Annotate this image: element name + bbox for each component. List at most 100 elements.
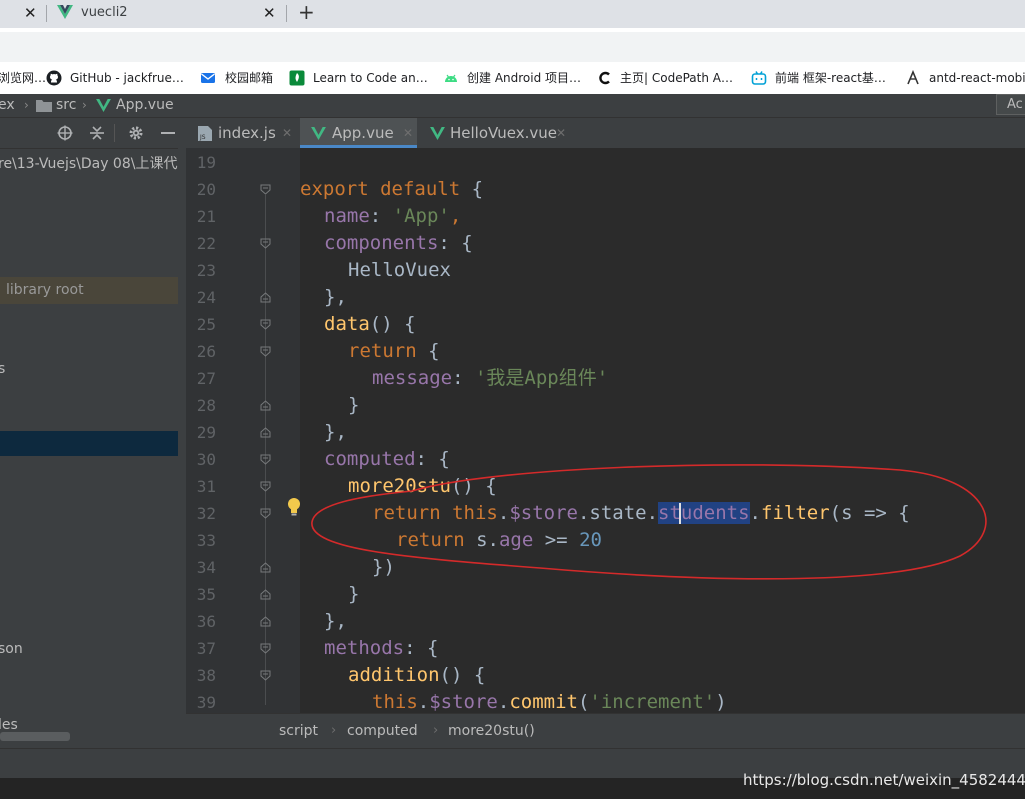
- tree-row-selected[interactable]: [0, 431, 178, 456]
- editor-tab-index-js[interactable]: JS index.js ✕: [190, 118, 298, 148]
- bookmark-item[interactable]: Learn to Code an…: [313, 69, 428, 87]
- gear-icon[interactable]: [128, 125, 144, 141]
- tab-label: HelloVuex.vue: [450, 124, 557, 142]
- code-line-21: name: 'App',: [324, 205, 462, 227]
- project-root-path[interactable]: re\13-Vuejs\Day 08\上课代: [0, 155, 177, 173]
- bilibili-icon: [751, 71, 767, 85]
- breadcrumb-item[interactable]: more20stu(): [448, 722, 535, 740]
- fold-close-icon[interactable]: [260, 400, 271, 411]
- fold-close-icon[interactable]: [260, 292, 271, 303]
- fold-close-icon[interactable]: [260, 562, 271, 573]
- fold-open-icon[interactable]: [260, 454, 271, 465]
- code-line-35: }: [348, 583, 360, 605]
- line-number: 34: [196, 558, 216, 577]
- locate-icon[interactable]: [57, 125, 73, 141]
- project-horizontal-scrollbar[interactable]: [0, 732, 70, 741]
- fold-open-icon[interactable]: [260, 670, 271, 681]
- fold-close-icon[interactable]: [260, 616, 271, 627]
- tree-label[interactable]: son: [0, 640, 23, 658]
- line-number: 25: [196, 315, 216, 334]
- line-number: 20: [196, 180, 216, 199]
- code-line-24: },: [324, 286, 347, 308]
- minimize-icon[interactable]: [161, 132, 175, 134]
- fold-open-icon[interactable]: [260, 481, 271, 492]
- chevron-right-icon: ›: [331, 723, 337, 738]
- toolbar-separator: [114, 124, 115, 142]
- fold-open-icon[interactable]: [260, 643, 271, 654]
- github-icon: [46, 70, 62, 86]
- line-number: 26: [196, 342, 216, 361]
- collapse-all-icon[interactable]: [89, 125, 105, 141]
- line-number: 30: [196, 450, 216, 469]
- code-line-37: methods: {: [324, 637, 439, 659]
- project-panel-header: [0, 118, 186, 149]
- nav-path-segment[interactable]: src: [56, 96, 76, 114]
- line-number: 28: [196, 396, 216, 415]
- bookmark-item[interactable]: 浏览网…: [0, 69, 46, 87]
- code-line-27: message: '我是App组件': [372, 367, 609, 389]
- line-number: 27: [196, 369, 216, 388]
- fold-open-icon[interactable]: [260, 238, 271, 249]
- tab-close-icon[interactable]: ✕: [263, 3, 276, 23]
- bookmark-item[interactable]: 主页| CodePath A…: [620, 69, 733, 87]
- tree-label: library root: [6, 282, 84, 298]
- line-number: 19: [196, 153, 216, 172]
- editor-tab-hellovuex-vue[interactable]: HelloVuex.vue ✕: [420, 118, 570, 148]
- fold-close-icon[interactable]: [260, 427, 271, 438]
- code-line-29: },: [324, 421, 347, 443]
- tab-label: index.js: [218, 124, 276, 142]
- tab-close-icon[interactable]: ✕: [403, 118, 413, 148]
- line-number: 29: [196, 423, 216, 442]
- tab-close-icon[interactable]: ✕: [556, 118, 566, 148]
- fold-close-icon[interactable]: [260, 589, 271, 600]
- line-number: 21: [196, 207, 216, 226]
- bookmarks-bar: 浏览网… GitHub - jackfrue… 校园邮箱 Learn to Co…: [0, 62, 1025, 95]
- nav-path-segment[interactable]: App.vue: [116, 96, 174, 114]
- line-number: 24: [196, 288, 216, 307]
- bookmark-item[interactable]: 创建 Android 项目…: [467, 69, 581, 87]
- run-config-button[interactable]: Ac: [996, 94, 1025, 115]
- project-vertical-scrollbar[interactable]: [178, 148, 186, 748]
- line-number: 35: [196, 585, 216, 604]
- breadcrumb-item[interactable]: script: [279, 722, 318, 740]
- fold-open-icon[interactable]: [260, 508, 271, 519]
- editor-tab-app-vue[interactable]: App.vue ✕: [300, 118, 417, 148]
- tab-close-icon[interactable]: ✕: [24, 3, 37, 23]
- vue-file-icon: [311, 127, 326, 140]
- browser-tab-bar: ✕ vuecli2 ✕ +: [0, 0, 1025, 28]
- fold-open-icon[interactable]: [260, 184, 271, 195]
- code-editor[interactable]: export default { name: 'App', components…: [300, 148, 1025, 713]
- tab-separator: [46, 5, 47, 22]
- editor-tab-bar: JS index.js ✕ App.vue ✕ HelloVuex.vue ✕: [186, 118, 1025, 149]
- tree-row-library-root[interactable]: library root: [0, 277, 178, 304]
- breadcrumb-item[interactable]: computed: [347, 722, 418, 740]
- code-line-25: data() {: [324, 313, 416, 335]
- bookmark-item[interactable]: 校园邮箱: [225, 69, 273, 87]
- fold-open-icon[interactable]: [260, 319, 271, 330]
- codepath-icon: [599, 71, 610, 85]
- project-panel: re\13-Vuejs\Day 08\上课代 library root s so…: [0, 118, 186, 748]
- tree-label[interactable]: s: [0, 360, 5, 378]
- chevron-right-icon: ›: [24, 98, 29, 112]
- code-line-28: }: [348, 394, 360, 416]
- mail-icon: [201, 73, 215, 83]
- svg-text:JS: JS: [199, 134, 206, 141]
- ide-navigation-bar: ex › src › App.vue Ac: [0, 94, 1025, 118]
- browser-tab-title[interactable]: vuecli2: [81, 4, 128, 22]
- line-number: 32: [196, 504, 216, 523]
- fold-open-icon[interactable]: [260, 346, 271, 357]
- code-line-20: export default {: [300, 178, 484, 200]
- code-line-26: return {: [348, 340, 440, 362]
- antd-icon: [907, 70, 919, 85]
- bookmark-item[interactable]: antd-react-mobi: [929, 69, 1025, 87]
- tab-close-icon[interactable]: ✕: [282, 118, 292, 148]
- nav-path-segment[interactable]: ex: [0, 96, 15, 114]
- bookmark-item[interactable]: 前端 框架-react基…: [775, 69, 886, 87]
- line-number: 33: [196, 531, 216, 550]
- tab-label: App.vue: [332, 124, 394, 142]
- bookmark-item[interactable]: GitHub - jackfrue…: [70, 69, 184, 87]
- code-line-23: HelloVuex: [348, 259, 451, 281]
- vue-file-icon: [96, 99, 111, 112]
- new-tab-button[interactable]: +: [298, 1, 315, 23]
- chevron-right-icon: ›: [433, 723, 439, 738]
